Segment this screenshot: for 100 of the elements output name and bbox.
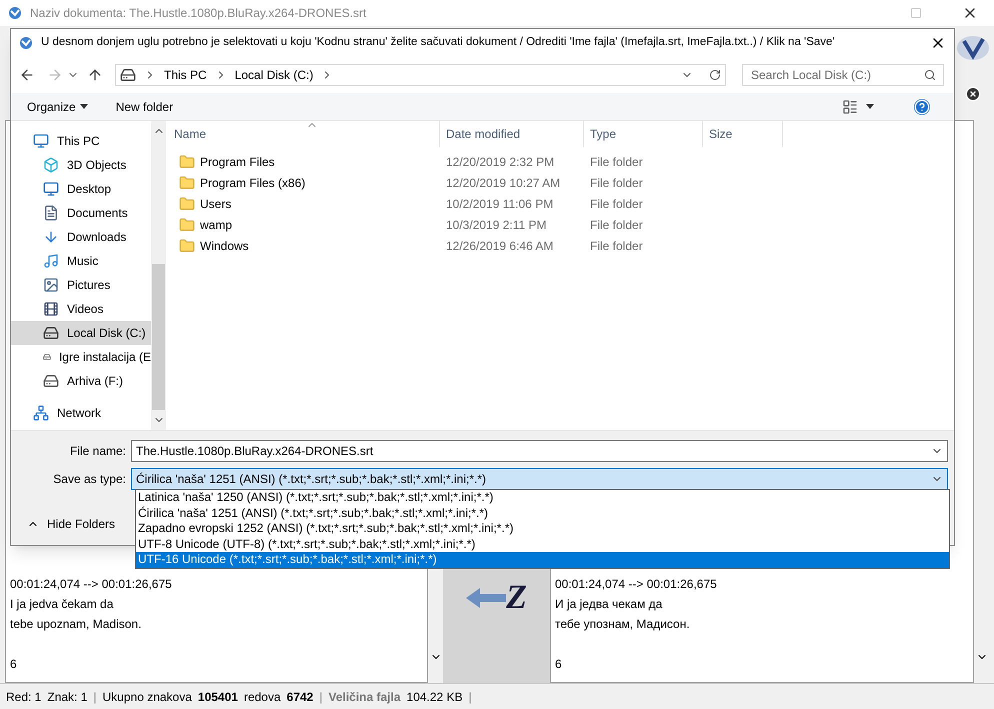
- drive-icon: [43, 325, 59, 341]
- field-label: File name:: [68, 443, 127, 460]
- save-type-dropdown[interactable]: Ćirilica 'naša' 1251 (ANSI) (*.txt;*.srt;*.sub;*.bak;*.stl;*.xml;*.ini;*.*): [131, 468, 948, 490]
- dropdown-option[interactable]: Latinica 'naša' 1250 (ANSI) (*.txt;*.srt;*.sub;*.bak;*.stl;*.xml;*.ini;*.*): [136, 490, 949, 506]
- file-name: Program Files: [200, 154, 275, 170]
- logo-icon: [956, 34, 990, 62]
- subtitle-line: tebe upoznam, Madison.: [10, 616, 142, 633]
- file-row[interactable]: Program Files (x86) 12/20/2019 10:27 AM File folder: [168, 172, 954, 193]
- cube-icon: [43, 157, 59, 173]
- caret-icon[interactable]: [866, 104, 874, 109]
- dropdown-option[interactable]: Ćirilica 'naša' 1251 (ANSI) (*.txt;*.srt;*.sub;*.bak;*.stl;*.xml;*.ini;*.*): [136, 506, 949, 521]
- network-icon: [33, 405, 49, 421]
- arrow-icon: [466, 588, 506, 608]
- refresh-icon[interactable]: [709, 69, 721, 81]
- subtitle-line: I ja jedva čekam da: [10, 596, 114, 613]
- date-cell-text: 10/3/2019 2:11 PM: [445, 216, 548, 234]
- back-icon[interactable]: [19, 67, 35, 83]
- up-icon[interactable]: [87, 67, 103, 83]
- field-label: Save as type:: [52, 471, 127, 488]
- nav-item[interactable]: Downloads: [11, 225, 151, 249]
- app-icon: [8, 6, 22, 20]
- logo-letter: Z: [506, 581, 527, 615]
- column-header[interactable]: Size: [703, 121, 783, 147]
- status-text: Znak: 1: [47, 688, 88, 706]
- dropdown-option[interactable]: UTF-8 Unicode (UTF-8) (*.txt;*.srt;*.sub;*.bak;*.stl;*.xml;*.ini;*.*): [136, 536, 949, 552]
- monitor-icon: [43, 181, 59, 197]
- column-header[interactable]: Name: [168, 121, 440, 147]
- app-icon: [19, 36, 33, 50]
- separator: |: [468, 688, 472, 706]
- nav-item[interactable]: Documents: [11, 201, 151, 225]
- breadcrumb-item[interactable]: This PC: [164, 66, 207, 84]
- type-cell-text: File folder: [589, 174, 644, 192]
- status-text: 6742: [286, 688, 314, 706]
- help-icon[interactable]: [914, 98, 930, 114]
- nav-item[interactable]: Music: [11, 249, 151, 273]
- film-icon: [43, 301, 59, 317]
- nav-item[interactable]: Videos: [11, 297, 151, 321]
- image-icon: [43, 277, 59, 293]
- folder-icon: [179, 196, 195, 212]
- type-cell-text: File folder: [589, 216, 644, 234]
- dialog-title: U desnom donjem uglu potrebno je selektovati u koju 'Kodnu stranu' želite sačuvati dokument / Odrediti 'Ime fajla' (Imefajla.srt, ImeFajla.txt..) / Klik na 'Save': [41, 35, 835, 50]
- type-cell-text: File folder: [589, 196, 644, 212]
- subtitle-line: 6: [555, 656, 562, 673]
- status-text: 104.22 KB: [406, 688, 463, 706]
- status-text: Ukupno znakova: [102, 688, 192, 706]
- file-name: Users: [200, 196, 232, 212]
- nav-item[interactable]: Network: [11, 401, 151, 425]
- drive-icon: [43, 373, 59, 389]
- separator: |: [93, 688, 97, 706]
- status-text: 105401: [198, 688, 238, 706]
- monitor-icon: [33, 133, 49, 149]
- dropdown-option[interactable]: Zapadno evropski 1252 (ANSI) (*.txt;*.srt;*.sub;*.bak;*.stl;*.xml;*.ini;*.*): [136, 521, 949, 536]
- drive-icon: [120, 67, 136, 83]
- file-row[interactable]: Program Files 12/20/2019 2:32 PM File folder: [168, 151, 954, 172]
- subtitle-line: И ја једва чекам да: [555, 596, 662, 613]
- date-cell-text: 12/26/2019 6:46 AM: [445, 238, 554, 254]
- document-icon: [43, 205, 59, 221]
- nav-item[interactable]: Local Disk (C:): [11, 321, 151, 345]
- separator: |: [319, 688, 322, 706]
- address-bar[interactable]: This PC Local Disk (C:): [115, 64, 726, 86]
- search-icon[interactable]: [924, 69, 936, 81]
- subtitle-line: тебе упознам, Мадисон.: [555, 616, 690, 633]
- nav-item[interactable]: Desktop: [11, 177, 151, 201]
- scrollbar[interactable]: [151, 121, 166, 430]
- folder-icon: [179, 238, 195, 254]
- caret-icon: [80, 104, 88, 109]
- folder-icon: [179, 216, 195, 232]
- breadcrumb-item[interactable]: Local Disk (C:): [234, 66, 314, 84]
- column-header[interactable]: Date modified: [440, 121, 584, 147]
- file-name: Windows: [200, 238, 249, 254]
- music-note-icon: [43, 253, 59, 269]
- subtitle-line: 00:01:24,074 --> 00:01:26,675: [10, 576, 172, 593]
- nav-item[interactable]: Igre instalacija (E: [11, 345, 151, 369]
- dropdown-option[interactable]: UTF-16 Unicode (*.txt;*.srt;*.sub;*.bak;*.stl;*.xml;*.ini;*.*): [136, 552, 949, 568]
- nav-item[interactable]: This PC: [11, 129, 151, 153]
- view-icon[interactable]: [842, 98, 858, 114]
- nav-item[interactable]: Pictures: [11, 273, 151, 297]
- status-text: redova: [244, 688, 281, 706]
- file-name: wamp: [200, 216, 232, 234]
- file-row[interactable]: wamp 10/3/2019 2:11 PM File folder: [168, 214, 954, 235]
- subtitle-line: 00:01:24,074 --> 00:01:26,675: [555, 576, 717, 593]
- type-cell-text: File folder: [589, 154, 644, 170]
- subtitle-line: 6: [10, 656, 17, 673]
- file-row[interactable]: Windows 12/26/2019 6:46 AM File folder: [168, 235, 954, 256]
- date-cell-text: 10/2/2019 11:06 PM: [445, 196, 554, 212]
- toolbar-button[interactable]: Organize: [27, 98, 88, 116]
- window-title: Naziv dokumenta: The.Hustle.1080p.BluRay.x264-DRONES.srt: [30, 5, 366, 22]
- search-field[interactable]: Search Local Disk (C:): [742, 64, 944, 86]
- nav-item[interactable]: Arhiva (F:): [11, 369, 151, 393]
- file-row[interactable]: Users 10/2/2019 11:06 PM File folder: [168, 193, 954, 214]
- status-text: Red: 1: [6, 688, 42, 706]
- hide-folders-button[interactable]: Hide Folders: [27, 515, 116, 533]
- folder-icon: [179, 154, 195, 170]
- close-icon[interactable]: [965, 86, 981, 102]
- column-header[interactable]: Type: [584, 121, 703, 147]
- folder-icon: [179, 174, 195, 190]
- file-name-field[interactable]: The.Hustle.1080p.BluRay.x264-DRONES.srt: [131, 440, 948, 462]
- toolbar-button[interactable]: New folder: [116, 98, 174, 116]
- type-cell-text: File folder: [589, 238, 644, 254]
- nav-item[interactable]: 3D Objects: [11, 153, 151, 177]
